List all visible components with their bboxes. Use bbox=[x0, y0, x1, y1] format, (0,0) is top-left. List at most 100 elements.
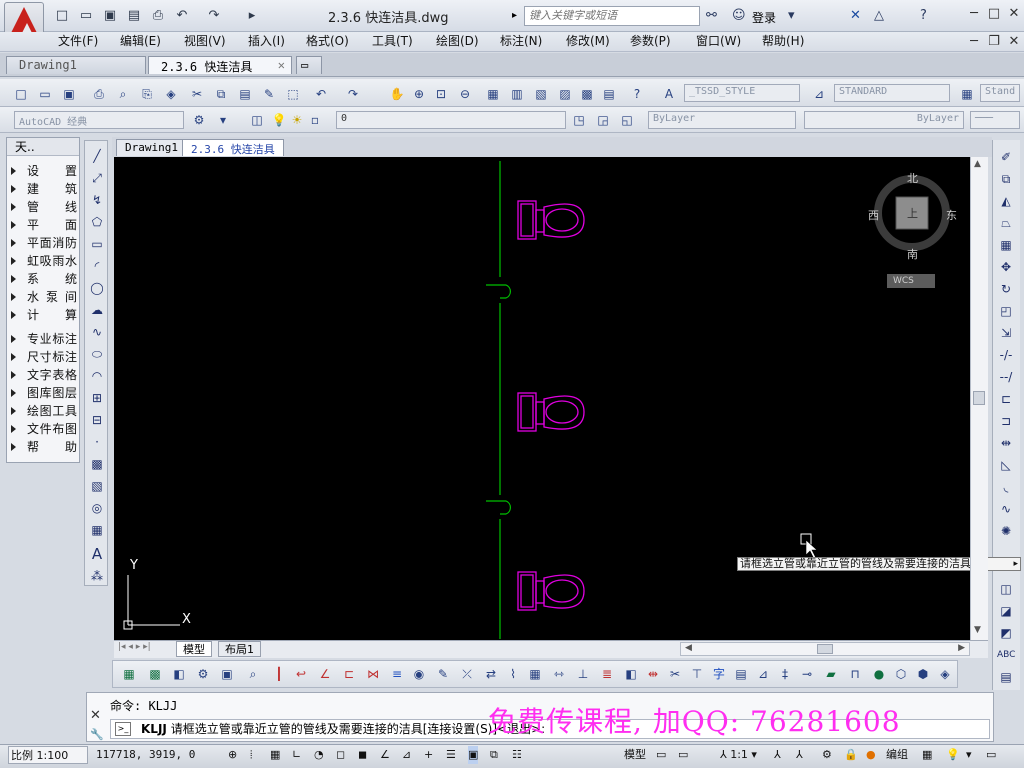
settings-tool-icon[interactable]: ⚙ bbox=[194, 665, 212, 683]
layer-freeze-icon[interactable]: ☀ bbox=[288, 111, 306, 129]
lineweight-icon[interactable]: ☰ bbox=[446, 746, 456, 764]
workspace-switch-icon[interactable]: ⚙ bbox=[822, 746, 832, 764]
plugin-menu-item[interactable]: 尺寸标注 bbox=[7, 348, 79, 366]
dropdown-icon[interactable]: ▾ bbox=[788, 8, 795, 24]
menu-draw[interactable]: 绘图(D) bbox=[436, 33, 479, 49]
clean-screen-icon[interactable]: ▭ bbox=[986, 746, 996, 764]
plugin-menu-item[interactable]: 建 筑 bbox=[7, 180, 79, 198]
zoom-realtime-icon[interactable]: ⊕ bbox=[410, 85, 428, 103]
command-close-icon[interactable]: ✕ bbox=[90, 708, 101, 723]
xline-icon[interactable]: ⤢ bbox=[88, 169, 106, 187]
block-editor-icon[interactable]: ⬚ bbox=[284, 85, 302, 103]
tool-palettes-icon[interactable]: ▧ bbox=[532, 85, 550, 103]
properties-icon[interactable]: ▦ bbox=[484, 85, 502, 103]
redo-icon[interactable]: ↷ bbox=[206, 8, 222, 24]
3d-tool-icon[interactable]: ◈ bbox=[936, 665, 954, 683]
pipe-tool-icon[interactable]: ┃ bbox=[270, 665, 288, 683]
list-tool-icon[interactable]: ≡ bbox=[388, 665, 406, 683]
save-tool-icon[interactable]: ▣ bbox=[218, 665, 236, 683]
open-icon[interactable]: ▭ bbox=[78, 8, 94, 24]
plugin-menu-item[interactable]: 图库图层 bbox=[7, 384, 79, 402]
vertical-scrollbar[interactable]: ▲ ▼ bbox=[970, 157, 988, 640]
auto-scale-icon[interactable]: ⅄ bbox=[796, 746, 803, 764]
sprinkler-row-tool-icon[interactable]: ‡ bbox=[776, 665, 794, 683]
layer-lock-icon[interactable]: ▫ bbox=[306, 111, 324, 129]
table-style-icon[interactable]: ▦ bbox=[958, 85, 976, 103]
drawing-tab-active[interactable]: 2.3.6 快连洁具 bbox=[182, 139, 284, 156]
point-icon[interactable]: · bbox=[88, 433, 106, 451]
new-icon[interactable]: □ bbox=[54, 8, 70, 24]
viewcube-south[interactable]: 南 bbox=[907, 246, 918, 262]
spline-icon[interactable]: ∿ bbox=[88, 323, 106, 341]
toilet-fixture[interactable] bbox=[517, 392, 585, 432]
bring-front-icon[interactable]: ◪ bbox=[997, 602, 1015, 620]
horizontal-scrollbar[interactable]: ◀ ▶ bbox=[680, 642, 970, 656]
plugin-menu-item[interactable]: 设 置 bbox=[7, 162, 79, 180]
doc-close-icon[interactable]: ✕ bbox=[1006, 34, 1022, 50]
extend-icon[interactable]: --/ bbox=[997, 368, 1015, 386]
plugin-menu-item[interactable]: 管 线 bbox=[7, 198, 79, 216]
coordinates-readout[interactable]: 117718, 3919, 0 bbox=[96, 746, 195, 764]
plugin-menu-item[interactable]: 文件布图 bbox=[7, 420, 79, 438]
column-tool-icon[interactable]: ◧ bbox=[170, 665, 188, 683]
more-icon[interactable]: ▸ bbox=[244, 8, 260, 24]
box-tool-icon[interactable]: ⬡ bbox=[892, 665, 910, 683]
exchange-icon[interactable]: ✕ bbox=[850, 8, 861, 24]
mirror-icon[interactable]: ◭ bbox=[997, 192, 1015, 210]
node-tool-icon[interactable]: ⊸ bbox=[798, 665, 816, 683]
selection-cycling-icon[interactable]: ⧉ bbox=[490, 746, 498, 764]
layer-on-icon[interactable]: 💡 bbox=[270, 111, 288, 129]
login-link[interactable]: 登录 bbox=[752, 9, 776, 26]
table-tool-icon[interactable]: ▦ bbox=[526, 665, 544, 683]
doc-restore-icon[interactable]: ❐ bbox=[986, 34, 1002, 50]
hscroll-thumb[interactable] bbox=[817, 644, 833, 654]
menu-format[interactable]: 格式(O) bbox=[306, 33, 349, 49]
plugin-menu-item[interactable]: 专业标注 bbox=[7, 330, 79, 348]
help-icon[interactable]: ? bbox=[920, 8, 927, 24]
mirror-tool-icon[interactable]: ⇹ bbox=[644, 665, 662, 683]
fitting-tool-icon[interactable]: ⊏ bbox=[340, 665, 358, 683]
sheet-set-icon[interactable]: ▨ bbox=[556, 85, 574, 103]
fillet-icon[interactable]: ◟ bbox=[997, 478, 1015, 496]
3d-print-icon[interactable]: ◈ bbox=[162, 85, 180, 103]
maximize-icon[interactable]: □ bbox=[986, 6, 1002, 22]
layer-combo[interactable]: 0 bbox=[336, 111, 566, 129]
explode-icon[interactable]: ✺ bbox=[997, 522, 1015, 540]
publish-icon[interactable]: ⎘ bbox=[138, 85, 156, 103]
menu-file[interactable]: 文件(F) bbox=[58, 33, 98, 49]
break-icon[interactable]: ⊐ bbox=[997, 412, 1015, 430]
insert-block-icon[interactable]: ⊞ bbox=[88, 389, 106, 407]
paste-icon[interactable]: ▤ bbox=[236, 85, 254, 103]
quick-view-layouts-icon[interactable]: ▭ bbox=[656, 746, 666, 764]
plugin-menu-header[interactable]: 天.. bbox=[7, 138, 79, 156]
infer-icon[interactable]: ⊕ bbox=[228, 746, 237, 764]
find-tool-icon[interactable]: ⌕ bbox=[244, 665, 262, 683]
redo-tb-icon[interactable]: ↷ bbox=[344, 85, 362, 103]
dyn-icon[interactable]: + bbox=[424, 746, 433, 764]
save-file-icon[interactable]: ▣ bbox=[60, 85, 78, 103]
chamfer-icon[interactable]: ◺ bbox=[997, 456, 1015, 474]
globe-tool-icon[interactable]: ● bbox=[870, 665, 888, 683]
workspace-combo[interactable]: AutoCAD 经典 bbox=[14, 111, 184, 129]
arc-icon[interactable]: ◜ bbox=[88, 257, 106, 275]
plugin-menu-item[interactable]: 系 统 bbox=[7, 270, 79, 288]
text-style-combo[interactable]: _TSSD_STYLE bbox=[684, 84, 800, 102]
send-back-icon[interactable]: ◩ bbox=[997, 624, 1015, 642]
status-menu-icon[interactable]: ▾ bbox=[966, 746, 972, 764]
tab-layout1[interactable]: 布局1 bbox=[218, 641, 261, 657]
break-tool-icon[interactable]: ⌇ bbox=[504, 665, 522, 683]
calculator-icon[interactable]: ▤ bbox=[600, 85, 618, 103]
move-icon[interactable]: ✥ bbox=[997, 258, 1015, 276]
text-abc-icon[interactable]: ABC bbox=[997, 646, 1015, 664]
menu-window[interactable]: 窗口(W) bbox=[696, 33, 741, 49]
model-space-button[interactable]: 模型 bbox=[624, 746, 646, 764]
workspace-settings-icon[interactable]: ⚙ bbox=[190, 111, 208, 129]
valve-tool-icon[interactable]: ⋈ bbox=[364, 665, 382, 683]
region-icon[interactable]: ◎ bbox=[88, 499, 106, 517]
stretch-icon[interactable]: ⇲ bbox=[997, 324, 1015, 342]
menu-view[interactable]: 视图(V) bbox=[184, 33, 226, 49]
dimension-tool-icon[interactable]: ⇿ bbox=[550, 665, 568, 683]
dim-style-icon[interactable]: ⊿ bbox=[810, 85, 828, 103]
transparency-icon[interactable]: ▣ bbox=[468, 746, 479, 764]
menu-edit[interactable]: 编辑(E) bbox=[120, 33, 161, 49]
